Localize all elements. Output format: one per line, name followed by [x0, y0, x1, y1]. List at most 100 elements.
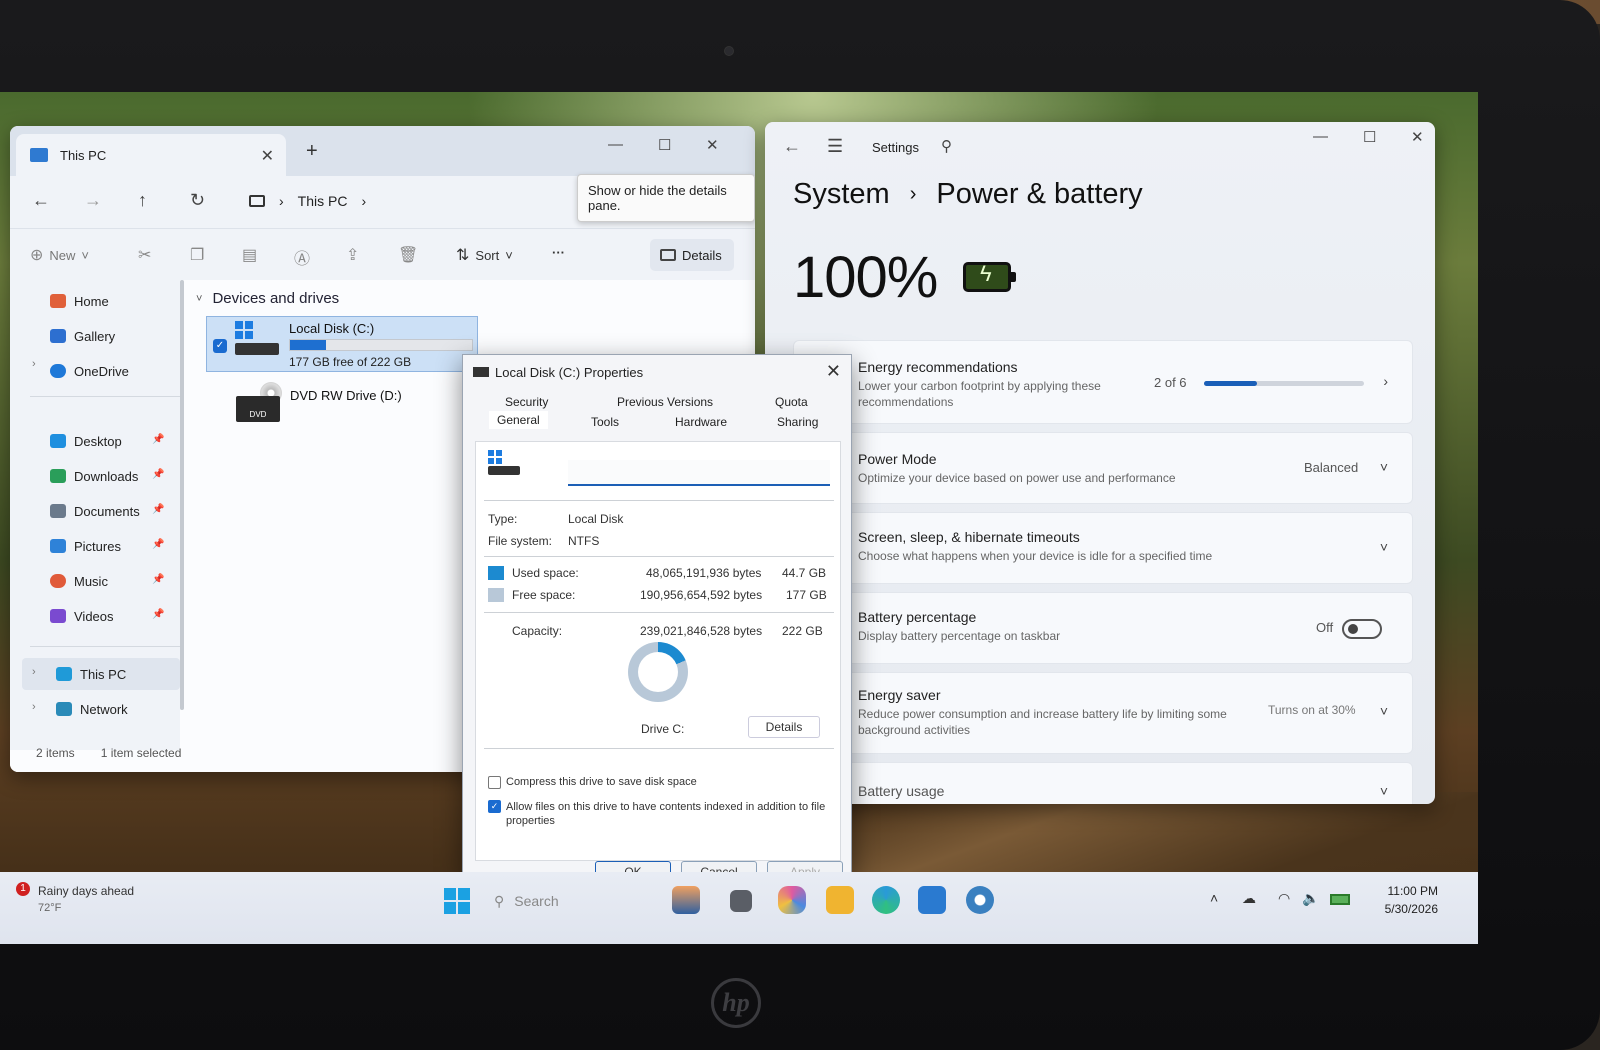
share-icon[interactable]: ⇪: [346, 245, 359, 265]
more-options-icon[interactable]: ···: [552, 245, 565, 260]
chevron-down-icon[interactable]: ˅: [1380, 539, 1388, 555]
file-explorer-icon[interactable]: [826, 886, 854, 914]
hard-drive-icon: [235, 343, 279, 355]
hamburger-menu-icon[interactable]: ☰: [827, 136, 843, 157]
wifi-icon[interactable]: ◠: [1278, 890, 1290, 907]
tab-previous-versions[interactable]: Previous Versions: [617, 395, 713, 409]
drive-name: Local Disk (C:): [289, 321, 375, 336]
battery-percentage-card: Battery percentage Display battery perce…: [793, 592, 1413, 664]
expand-chevron-icon[interactable]: ›: [32, 666, 36, 678]
up-arrow-icon[interactable]: ↑: [138, 190, 147, 211]
drive-usage-fill: [290, 340, 327, 350]
chevron-up-icon[interactable]: ˄: [1210, 890, 1218, 906]
checkbox-checked-icon[interactable]: ✓: [213, 339, 227, 353]
index-checkbox[interactable]: ✓: [488, 800, 501, 813]
monitor-icon: [249, 195, 265, 207]
maximize-icon[interactable]: ☐: [658, 136, 671, 154]
copy-icon[interactable]: ❐: [190, 245, 204, 265]
sidebar-item-onedrive[interactable]: OneDrive: [50, 358, 129, 384]
task-view-icon[interactable]: [730, 890, 752, 912]
tab-sharing[interactable]: Sharing: [777, 415, 818, 429]
pin-icon[interactable]: 📌: [152, 574, 164, 585]
chevron-right-icon[interactable]: ›: [1383, 373, 1388, 389]
minimize-icon[interactable]: —: [608, 136, 623, 153]
compress-checkbox[interactable]: [488, 776, 501, 789]
close-window-icon[interactable]: ✕: [1411, 128, 1424, 146]
delete-icon[interactable]: 🗑: [398, 245, 418, 265]
microsoft-store-icon[interactable]: [918, 886, 946, 914]
address-bar[interactable]: › This PC ›: [235, 184, 565, 218]
system-clock[interactable]: 11:00 PM 5/30/2026: [1368, 882, 1438, 918]
edge-browser-icon[interactable]: [872, 886, 900, 914]
pin-icon[interactable]: 📌: [152, 469, 164, 480]
drive-item-d[interactable]: DVD DVD RW Drive (D:): [236, 382, 456, 432]
power-mode-dropdown[interactable]: Balanced: [1304, 460, 1358, 475]
sidebar-item-this-pc[interactable]: This PC: [56, 661, 126, 687]
back-arrow-icon[interactable]: ←: [783, 136, 801, 157]
new-button[interactable]: ⊕ New ˅: [30, 245, 89, 265]
devices-and-drives-header[interactable]: ˅ Devices and drives: [196, 290, 339, 307]
cloud-off-icon[interactable]: ☁: [1242, 890, 1256, 907]
sidebar-scrollbar[interactable]: [180, 280, 184, 710]
settings-gear-icon[interactable]: [966, 886, 994, 914]
pin-icon[interactable]: 📌: [152, 434, 164, 445]
pin-icon[interactable]: 📌: [152, 539, 164, 550]
details-button[interactable]: Details: [650, 239, 734, 271]
battery-usage-card[interactable]: Battery usage ˅: [793, 762, 1413, 804]
screen-sleep-card[interactable]: Screen, sleep, & hibernate timeouts Choo…: [793, 512, 1413, 584]
paste-icon[interactable]: ▤: [242, 245, 257, 265]
maximize-icon[interactable]: ☐: [1363, 128, 1376, 146]
taskbar-search[interactable]: ⚲ Search: [488, 886, 648, 916]
sort-button[interactable]: ⇅ Sort ˅: [456, 245, 513, 265]
battery-icon[interactable]: [1330, 894, 1350, 905]
close-tab-icon[interactable]: ✕: [261, 146, 274, 166]
tab-general[interactable]: General: [489, 411, 548, 429]
pin-icon[interactable]: 📌: [152, 504, 164, 515]
copilot-icon[interactable]: [778, 886, 806, 914]
search-icon[interactable]: ⚲: [941, 137, 952, 155]
refresh-icon[interactable]: ↻: [190, 190, 205, 211]
sidebar-item-pictures[interactable]: Pictures: [50, 533, 121, 559]
expand-chevron-icon[interactable]: ›: [32, 358, 36, 370]
sidebar-item-music[interactable]: Music: [50, 568, 108, 594]
power-mode-card[interactable]: Power Mode Optimize your device based on…: [793, 432, 1413, 504]
new-tab-icon[interactable]: +: [306, 140, 318, 163]
forward-arrow-icon[interactable]: →: [84, 190, 102, 211]
sidebar-item-home[interactable]: Home: [50, 288, 109, 314]
breadcrumb-chevron-icon[interactable]: ›: [361, 193, 366, 209]
tab-quota[interactable]: Quota: [775, 395, 808, 409]
sidebar-item-documents[interactable]: Documents: [50, 498, 140, 524]
sidebar-item-gallery[interactable]: Gallery: [50, 323, 115, 349]
tab-hardware[interactable]: Hardware: [675, 415, 727, 429]
volume-icon[interactable]: 🔈: [1302, 890, 1319, 907]
chevron-down-icon[interactable]: ˅: [1380, 783, 1388, 799]
breadcrumb-parent[interactable]: System: [793, 178, 890, 211]
rename-icon[interactable]: Ⓐ: [294, 245, 310, 269]
start-button-icon[interactable]: [444, 888, 470, 914]
expand-chevron-icon[interactable]: ›: [32, 701, 36, 713]
drive-label-input[interactable]: [568, 460, 830, 486]
details-pane-tooltip: Show or hide the details pane.: [577, 174, 755, 222]
weather-landscape-icon[interactable]: [672, 886, 700, 914]
minimize-icon[interactable]: —: [1313, 128, 1328, 145]
cut-icon[interactable]: ✂: [138, 245, 151, 265]
battery-percentage-toggle[interactable]: [1342, 619, 1382, 639]
tab-this-pc[interactable]: This PC ✕: [16, 134, 286, 176]
chevron-down-icon[interactable]: ˅: [1380, 459, 1388, 475]
disk-cleanup-details-button[interactable]: Details: [748, 716, 820, 738]
sidebar-item-videos[interactable]: Videos: [50, 603, 114, 629]
drive-usage-bar: [289, 339, 473, 351]
drive-item-c[interactable]: ✓ Local Disk (C:) 177 GB free of 222 GB: [206, 316, 478, 372]
sidebar-item-desktop[interactable]: Desktop: [50, 428, 122, 454]
close-window-icon[interactable]: ✕: [706, 136, 719, 154]
tab-security[interactable]: Security: [505, 395, 548, 409]
sidebar-item-downloads[interactable]: Downloads: [50, 463, 138, 489]
energy-recommendations-card[interactable]: Energy recommendations Lower your carbon…: [793, 340, 1413, 424]
chevron-down-icon[interactable]: ˅: [1380, 703, 1388, 719]
back-arrow-icon[interactable]: ←: [32, 190, 50, 211]
close-dialog-icon[interactable]: ✕: [826, 361, 841, 382]
tab-tools[interactable]: Tools: [591, 415, 619, 429]
energy-saver-card[interactable]: Energy saver Reduce power consumption an…: [793, 672, 1413, 754]
sidebar-item-network[interactable]: Network: [56, 696, 128, 722]
pin-icon[interactable]: 📌: [152, 609, 164, 620]
